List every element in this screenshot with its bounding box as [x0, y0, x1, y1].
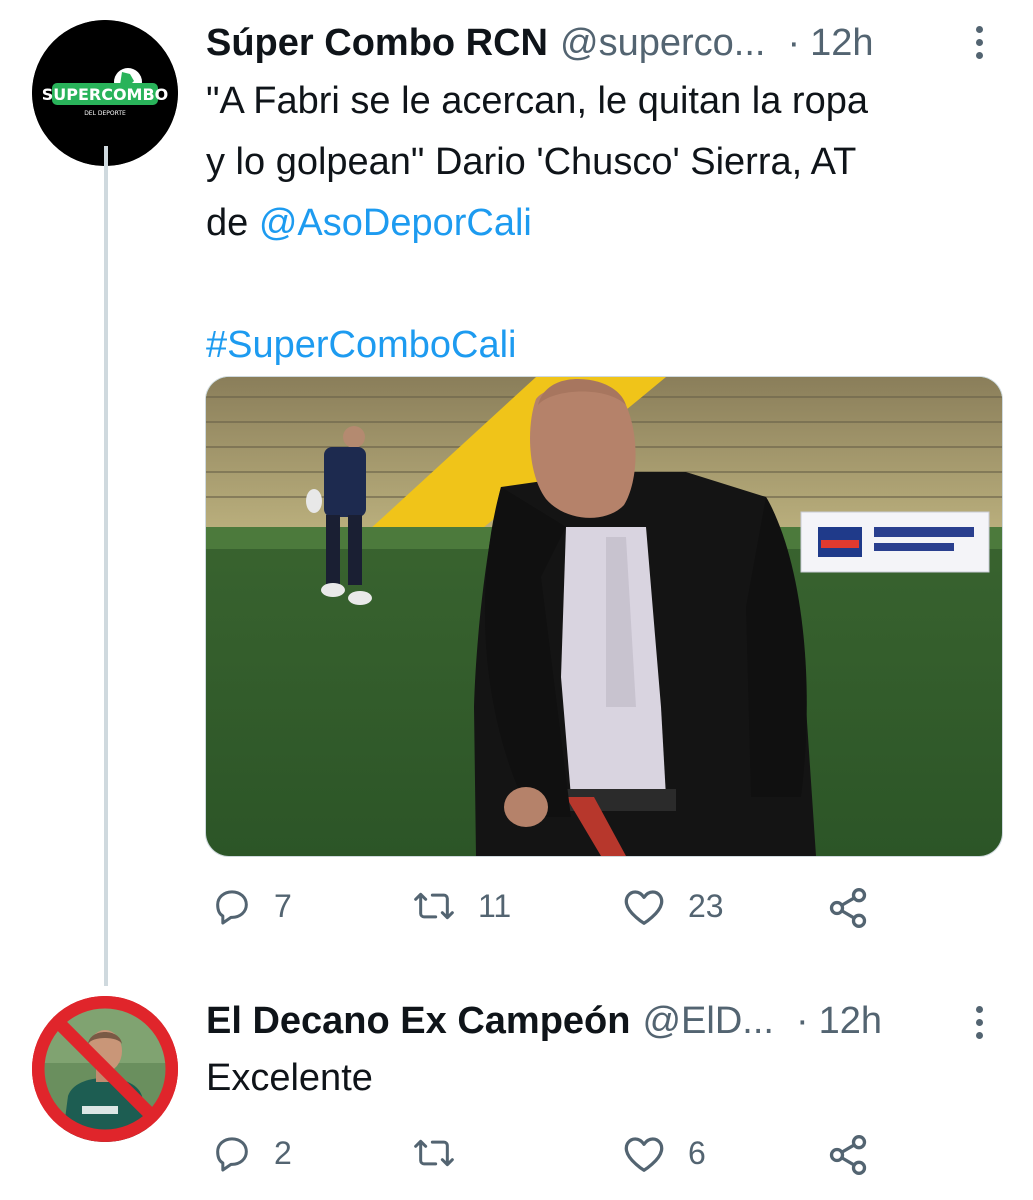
reply-button[interactable]: 2 [212, 1133, 292, 1173]
retweet-button[interactable] [412, 1133, 478, 1173]
supercombo-logo: SUPERCOMBO DEL DEPORTE [32, 20, 178, 166]
tweet-text-line: y lo golpean" Dario 'Chusco' Sierra, AT [206, 141, 857, 183]
like-button[interactable]: 6 [622, 1133, 706, 1173]
author-handle[interactable]: @ElD... [642, 1000, 773, 1043]
share-icon [829, 888, 867, 928]
like-count: 6 [688, 1134, 706, 1171]
tweet-2: El Decano Ex Campeón @ElD... · 12h Excel… [0, 990, 1033, 1200]
mention-link[interactable]: @AsoDeporCali [259, 202, 532, 244]
retweet-icon [414, 1139, 454, 1167]
more-options-icon[interactable] [975, 1006, 983, 1039]
timestamp[interactable]: 12h [810, 22, 873, 65]
tweet-text-prefix: de [206, 202, 259, 244]
share-icon [829, 1135, 867, 1175]
reply-icon [216, 890, 248, 925]
retweet-icon [414, 892, 454, 920]
hashtag-link[interactable]: #SuperComboCali [206, 315, 996, 376]
logo-text: SUPERCOMBO [42, 85, 169, 104]
share-button[interactable] [826, 886, 870, 930]
eldecano-avatar[interactable] [32, 996, 178, 1142]
tweet-text-line: de @AsoDeporCali [206, 193, 996, 254]
tweet-header: El Decano Ex Campeón @ElD... · 12h [206, 996, 993, 1046]
tweet-1: SUPERCOMBO DEL DEPORTE Súper Combo RCN @… [0, 0, 1033, 990]
author-name[interactable]: Súper Combo RCN [206, 22, 548, 65]
tweet-actions: 7 11 23 [0, 886, 1033, 936]
separator-dot: · [795, 999, 809, 1042]
like-icon [624, 1137, 664, 1172]
tweet-text-line: "A Fabri se le acercan, le quitan la rop… [206, 80, 868, 122]
author-handle[interactable]: @superco... [560, 22, 765, 65]
retweet-count: 11 [478, 887, 512, 924]
avatar-photo-banned [32, 996, 178, 1142]
timestamp[interactable]: 12h [819, 1000, 882, 1043]
logo-subtext: DEL DEPORTE [84, 110, 126, 117]
tweet-text-line: Excelente [206, 1057, 373, 1099]
share-button[interactable] [826, 1133, 870, 1177]
photo-coach-on-field [206, 377, 1002, 856]
supercombo-avatar[interactable]: SUPERCOMBO DEL DEPORTE [32, 20, 178, 166]
reply-button[interactable]: 7 [212, 886, 292, 926]
tweet-text: Excelente [206, 1048, 996, 1109]
more-options-icon[interactable] [975, 26, 983, 59]
like-button[interactable]: 23 [622, 886, 724, 926]
tweet-actions: 2 6 [0, 1133, 1033, 1183]
tweet-header: Súper Combo RCN @superco... · 12h [206, 18, 993, 68]
reply-icon [216, 1137, 248, 1172]
tweet-photo[interactable] [205, 376, 1003, 857]
reply-count: 2 [274, 1134, 292, 1171]
tweet-text: "A Fabri se le acercan, le quitan la rop… [206, 71, 996, 376]
separator-dot: · [787, 21, 801, 64]
like-count: 23 [688, 887, 724, 924]
thread-line [104, 146, 108, 986]
author-name[interactable]: El Decano Ex Campeón [206, 1000, 630, 1043]
like-icon [624, 890, 664, 925]
reply-count: 7 [274, 887, 292, 924]
retweet-button[interactable]: 11 [412, 886, 511, 926]
